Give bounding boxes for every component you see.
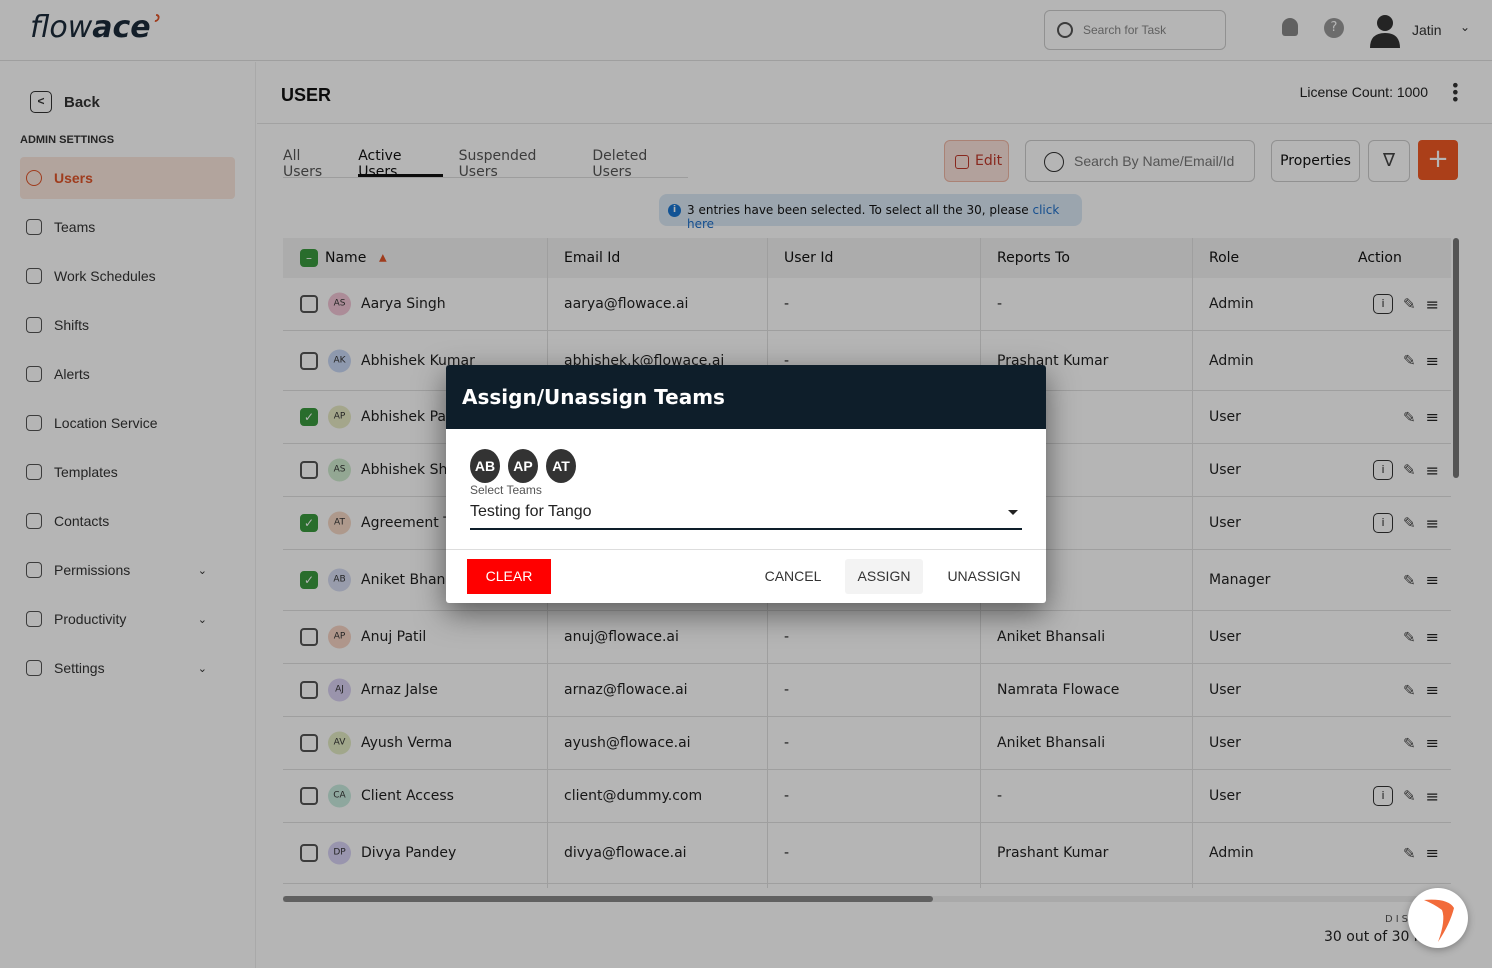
select-teams-label: Select Teams: [470, 483, 542, 497]
caret-down-icon: [1008, 510, 1018, 515]
selected-team: Testing for Tango: [470, 503, 592, 520]
flowace-assistant-button[interactable]: [1408, 888, 1468, 948]
assign-teams-dialog: Assign/Unassign Teams AB AP AT Select Team…: [446, 365, 1046, 603]
assign-button[interactable]: ASSIGN: [845, 559, 923, 594]
unassign-button[interactable]: UNASSIGN: [936, 559, 1032, 594]
dialog-title: Assign/Unassign Teams: [446, 365, 1046, 429]
selected-user-chip: AP: [508, 449, 538, 483]
selected-user-chip: AT: [546, 449, 576, 483]
dialog-actions: CLEAR CANCEL ASSIGN UNASSIGN: [446, 549, 1046, 603]
selected-user-chip: AB: [470, 449, 500, 483]
cancel-button[interactable]: CANCEL: [753, 559, 833, 594]
clear-button[interactable]: CLEAR: [467, 559, 551, 594]
select-teams-dropdown[interactable]: Testing for Tango: [470, 500, 1022, 530]
selected-users: AB AP AT: [470, 449, 576, 483]
